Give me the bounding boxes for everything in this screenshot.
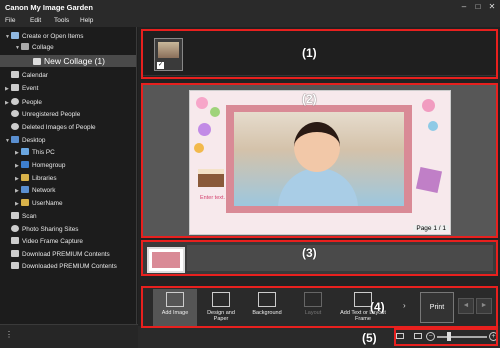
download-icon (11, 250, 19, 257)
callout-label-5: (5) (362, 331, 377, 345)
sidebar-footer: ⋮ (0, 324, 138, 348)
folder-icon (21, 174, 29, 181)
window-title: Canon My Image Garden (5, 3, 93, 12)
folder-icon (21, 199, 29, 206)
sidebar-item-libraries[interactable]: ▶ Libraries (15, 173, 57, 184)
person-icon (11, 123, 19, 130)
sidebar-item-label: Collage (32, 44, 54, 51)
callout-label-4: (4) (370, 300, 385, 314)
callout-label-3: (3) (302, 246, 317, 260)
collage-icon (21, 43, 29, 50)
homegroup-icon (21, 161, 29, 168)
callout-box-3 (141, 240, 498, 276)
sidebar-item-create[interactable]: ▼ Create or Open Items (5, 31, 83, 42)
sidebar-item-label: Network (32, 187, 56, 194)
sidebar-item-label: This PC (32, 149, 55, 156)
sidebar-item-downloaded-premium[interactable]: Downloaded PREMIUM Contents (11, 261, 117, 272)
sidebar-item-homegroup[interactable]: ▶ Homegroup (15, 160, 65, 171)
pc-icon (21, 148, 29, 155)
create-icon (11, 32, 19, 39)
sidebar-item-video-capture[interactable]: Video Frame Capture (11, 236, 83, 247)
sidebar-item-label: Download PREMIUM Contents (22, 251, 110, 258)
globe-icon (11, 225, 19, 232)
close-button[interactable]: ✕ (487, 1, 497, 12)
menu-edit[interactable]: Edit (30, 17, 41, 24)
network-icon (21, 186, 29, 193)
callout-box-5 (394, 328, 498, 346)
sidebar-item-event[interactable]: ▶ Event (5, 83, 38, 94)
sidebar: ▼ Create or Open Items ▼ Collage New Colla… (0, 27, 137, 324)
download-icon (11, 262, 19, 269)
sidebar-item-label: Desktop (22, 137, 46, 144)
scan-icon (11, 212, 19, 219)
sidebar-item-label: New Collage (1) (44, 56, 105, 66)
sidebar-item-photo-sharing[interactable]: Photo Sharing Sites (11, 224, 79, 235)
sidebar-item-this-pc[interactable]: ▶ This PC (15, 147, 55, 158)
sidebar-item-label: Video Frame Capture (22, 238, 83, 245)
menu-help[interactable]: Help (80, 17, 93, 24)
callout-label-2: (2) (302, 92, 317, 106)
sidebar-item-people[interactable]: ▶ People (5, 97, 42, 108)
collage-doc-icon (33, 58, 41, 65)
menu-bar: File Edit Tools Help (0, 14, 500, 27)
video-icon (11, 237, 19, 244)
expand-arrow-icon[interactable]: ▶ (5, 98, 11, 109)
sidebar-item-scan[interactable]: Scan (11, 211, 37, 222)
sidebar-item-label: Scan (22, 213, 37, 220)
sidebar-item-label: Unregistered People (22, 111, 81, 118)
person-icon (11, 110, 19, 117)
callout-label-1: (1) (302, 46, 317, 60)
title-bar: Canon My Image Garden – □ ✕ (0, 0, 500, 14)
sidebar-item-new-collage[interactable]: New Collage (1) (0, 55, 136, 67)
sidebar-item-calendar[interactable]: Calendar (11, 70, 48, 81)
sidebar-item-label: Event (22, 85, 39, 92)
sidebar-item-label: Downloaded PREMIUM Contents (22, 263, 117, 270)
sidebar-item-deleted-people[interactable]: Deleted Images of People (11, 122, 96, 133)
menu-tools[interactable]: Tools (54, 17, 69, 24)
sidebar-item-label: Calendar (22, 72, 48, 79)
callout-box-2 (141, 83, 498, 238)
callout-box-4 (141, 286, 498, 328)
sidebar-item-label: Libraries (32, 175, 57, 182)
sidebar-item-label: Deleted Images of People (22, 124, 96, 131)
sidebar-item-label: People (22, 99, 42, 106)
sidebar-item-download-premium[interactable]: Download PREMIUM Contents (11, 249, 110, 260)
sidebar-item-network[interactable]: ▶ Network (15, 185, 55, 196)
minimize-button[interactable]: – (459, 1, 469, 12)
calendar-icon (11, 71, 19, 78)
sidebar-item-label: Homegroup (32, 162, 66, 169)
sidebar-item-desktop[interactable]: ▼ Desktop (5, 135, 45, 146)
folder-icon (11, 136, 19, 143)
callout-box-1 (141, 29, 498, 79)
sidebar-item-collage[interactable]: ▼ Collage (15, 42, 54, 53)
more-options-icon[interactable]: ⋮ (5, 330, 13, 339)
sidebar-item-label: UserName (32, 200, 63, 207)
sidebar-item-username[interactable]: ▶ UserName (15, 198, 63, 209)
maximize-button[interactable]: □ (473, 1, 483, 12)
event-icon (11, 84, 19, 91)
people-icon (11, 98, 19, 105)
sidebar-item-label: Create or Open Items (22, 33, 84, 40)
sidebar-item-unregistered[interactable]: Unregistered People (11, 109, 80, 120)
menu-file[interactable]: File (5, 17, 15, 24)
sidebar-item-label: Photo Sharing Sites (22, 226, 79, 233)
